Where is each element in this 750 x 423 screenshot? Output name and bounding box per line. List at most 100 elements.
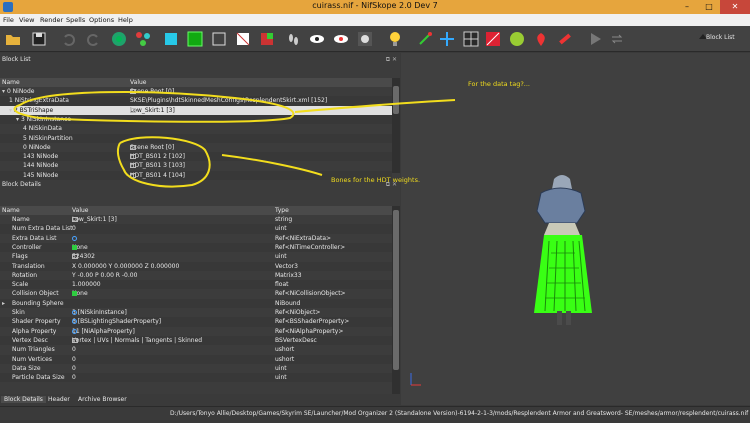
render-viewport[interactable] — [401, 53, 750, 405]
detail-value[interactable]: 1.000000 — [72, 281, 101, 288]
dock-float-close-icon[interactable]: ⧉ ✕ — [386, 56, 397, 64]
block-list-row[interactable]: ▾ 2 BSTriShape Low_Skirt:1 [3] — [0, 105, 392, 115]
expand-arrow-icon[interactable]: ▾ — [2, 88, 5, 95]
expand-arrow-icon[interactable]: ▾ — [16, 116, 19, 123]
texture-icon[interactable] — [234, 30, 252, 48]
tab-block-details[interactable]: Block Details — [1, 396, 46, 403]
detail-row[interactable]: Data Size 0 uint — [0, 364, 392, 373]
select-tool-icon[interactable] — [416, 30, 434, 48]
block-list-row[interactable]: 5 NiSkinPartition — [0, 133, 392, 143]
detail-value[interactable]: None — [72, 244, 88, 251]
detail-value[interactable]: 3 [NiSkinInstance] — [72, 309, 127, 316]
location-pin-icon[interactable] — [532, 30, 550, 48]
detail-value[interactable]: None — [72, 290, 88, 297]
close-button[interactable]: ✕ — [720, 0, 750, 14]
block-list-row[interactable]: 4 NiSkinData — [0, 124, 392, 133]
column-name[interactable]: Name — [2, 79, 20, 86]
link-icon[interactable] — [72, 328, 77, 334]
menu-render[interactable]: Render — [40, 16, 63, 24]
detail-row[interactable]: Scale 1.000000 float — [0, 280, 392, 290]
detail-row[interactable]: Alpha Property 11 [NiAlphaProperty] Ref<Ni… — [0, 327, 392, 336]
column-value[interactable]: Value — [72, 207, 88, 214]
detail-row[interactable]: ▸ Bounding Sphere NiBound — [0, 298, 392, 308]
detail-row[interactable]: Num Triangles 0 ushort — [0, 345, 392, 354]
undo-icon[interactable] — [60, 30, 78, 48]
block-list-scroll-thumb[interactable] — [393, 86, 399, 114]
detail-value[interactable]: 0 — [72, 346, 76, 353]
detail-row[interactable]: Skin 3 [NiSkinInstance] Ref<NiObject> — [0, 308, 392, 317]
detail-value[interactable]: 0 — [72, 365, 76, 372]
load-view-icon[interactable] — [110, 30, 128, 48]
expand-arrow-icon[interactable]: ▾ — [9, 107, 12, 114]
detail-value[interactable]: 524302 — [72, 253, 95, 260]
open-folder-icon[interactable] — [4, 30, 22, 48]
detail-row[interactable]: Shader Property 6 [BSLightingShaderProper… — [0, 317, 392, 327]
block-list-row[interactable]: ▾ 0 NiNode Scene Root [0] — [0, 87, 392, 96]
minimize-button[interactable]: – — [676, 0, 698, 14]
node-tree-icon[interactable] — [134, 30, 152, 48]
menu-view[interactable]: View — [19, 16, 34, 24]
add-icon[interactable] — [72, 291, 77, 297]
shading-icon[interactable] — [508, 30, 526, 48]
loop-icon[interactable] — [608, 30, 626, 48]
detail-row[interactable]: Flags 524302 uint — [0, 252, 392, 261]
cube-cyan-icon[interactable] — [162, 30, 180, 48]
detail-value[interactable]: 11 [NiAlphaProperty] — [72, 328, 135, 335]
animation-icon[interactable] — [484, 30, 502, 48]
detail-value[interactable]: Low_Skirt:1 [3] — [72, 216, 117, 223]
transform-axes-icon[interactable] — [438, 30, 456, 48]
column-type[interactable]: Type — [275, 207, 289, 214]
column-value[interactable]: Value — [130, 79, 146, 86]
block-list-row[interactable]: 0 NiNode Scene Root [0] — [0, 143, 392, 152]
redo-icon[interactable] — [84, 30, 102, 48]
expand-arrow-icon[interactable]: ▸ — [2, 300, 5, 307]
cube-wire-icon[interactable] — [210, 30, 228, 48]
viewport-canvas[interactable] — [401, 53, 750, 405]
block-list-row[interactable]: 143 NiNode HDT_BS01 2 [102] — [0, 152, 392, 162]
detail-row[interactable]: Collision Object None Ref<NiCollisionObjec… — [0, 289, 392, 298]
menu-options[interactable]: Options — [89, 16, 114, 24]
toolbar-block-list-label[interactable]: Block List — [706, 34, 735, 41]
camera-settings-icon[interactable] — [356, 30, 374, 48]
maximize-button[interactable]: □ — [698, 0, 720, 14]
detail-row[interactable]: Extra Data List Ref<NiExtraData> — [0, 234, 392, 243]
play-icon[interactable] — [586, 30, 604, 48]
block-list-row[interactable]: 1 NiStringExtraData SKSE\Plugins\hdtSkinn… — [0, 96, 392, 106]
brush-icon[interactable] — [556, 30, 574, 48]
detail-value[interactable]: 0 — [72, 356, 76, 363]
block-list-row[interactable]: 144 NiNode HDT_BS01 3 [103] — [0, 161, 392, 170]
column-name[interactable]: Name — [2, 207, 20, 214]
menu-help[interactable]: Help — [118, 16, 133, 24]
detail-value[interactable]: 0 — [72, 374, 76, 381]
detail-row[interactable]: Num Extra Data List 0 uint — [0, 224, 392, 234]
detail-row[interactable]: Vertex Desc Vertex | UVs | Normals | Tang… — [0, 335, 392, 346]
detail-row[interactable]: Num Vertices 0 ushort — [0, 354, 392, 364]
tab-archive-browser[interactable]: Archive Browser — [75, 396, 130, 403]
save-icon[interactable] — [30, 30, 48, 48]
detail-value[interactable]: X 0.000000 Y 0.000000 Z 0.000000 — [72, 263, 179, 270]
detail-value[interactable]: Vertex | UVs | Normals | Tangents | Skin… — [72, 337, 202, 344]
menu-file[interactable]: File — [3, 16, 14, 24]
tab-header[interactable]: Header — [45, 396, 73, 403]
detail-value[interactable]: 0 — [72, 225, 76, 232]
detail-row[interactable]: Controller None Ref<NiTimeController> — [0, 242, 392, 253]
add-icon[interactable] — [72, 244, 77, 250]
detail-row[interactable]: Particle Data Size 0 uint — [0, 373, 392, 383]
link-icon[interactable] — [72, 235, 77, 241]
detail-row[interactable]: Rotation Y -0.00 P 0.00 R -0.00 Matrix33 — [0, 271, 392, 280]
cube-green-icon[interactable] — [186, 30, 204, 48]
link-icon[interactable] — [72, 310, 77, 315]
block-list-row[interactable]: ▾ 3 NiSkinInstance — [0, 114, 392, 125]
grid-icon[interactable] — [462, 30, 480, 48]
detail-value[interactable]: 6 [BSLightingShaderProperty] — [72, 318, 161, 325]
footprints-icon[interactable] — [284, 30, 302, 48]
menu-spells[interactable]: Spells — [66, 16, 85, 24]
lightbulb-icon[interactable] — [386, 30, 404, 48]
detail-row[interactable]: Name Low_Skirt:1 [3] string — [0, 215, 392, 224]
block-list-scrollbar[interactable] — [392, 78, 400, 173]
eye-icon[interactable] — [308, 30, 326, 48]
cube-colored-icon[interactable] — [258, 30, 276, 48]
detail-value[interactable]: Y -0.00 P 0.00 R -0.00 — [72, 272, 137, 279]
block-details-scroll-thumb[interactable] — [393, 210, 399, 370]
detail-row[interactable]: Translation X 0.000000 Y 0.000000 Z 0.000… — [0, 261, 392, 271]
